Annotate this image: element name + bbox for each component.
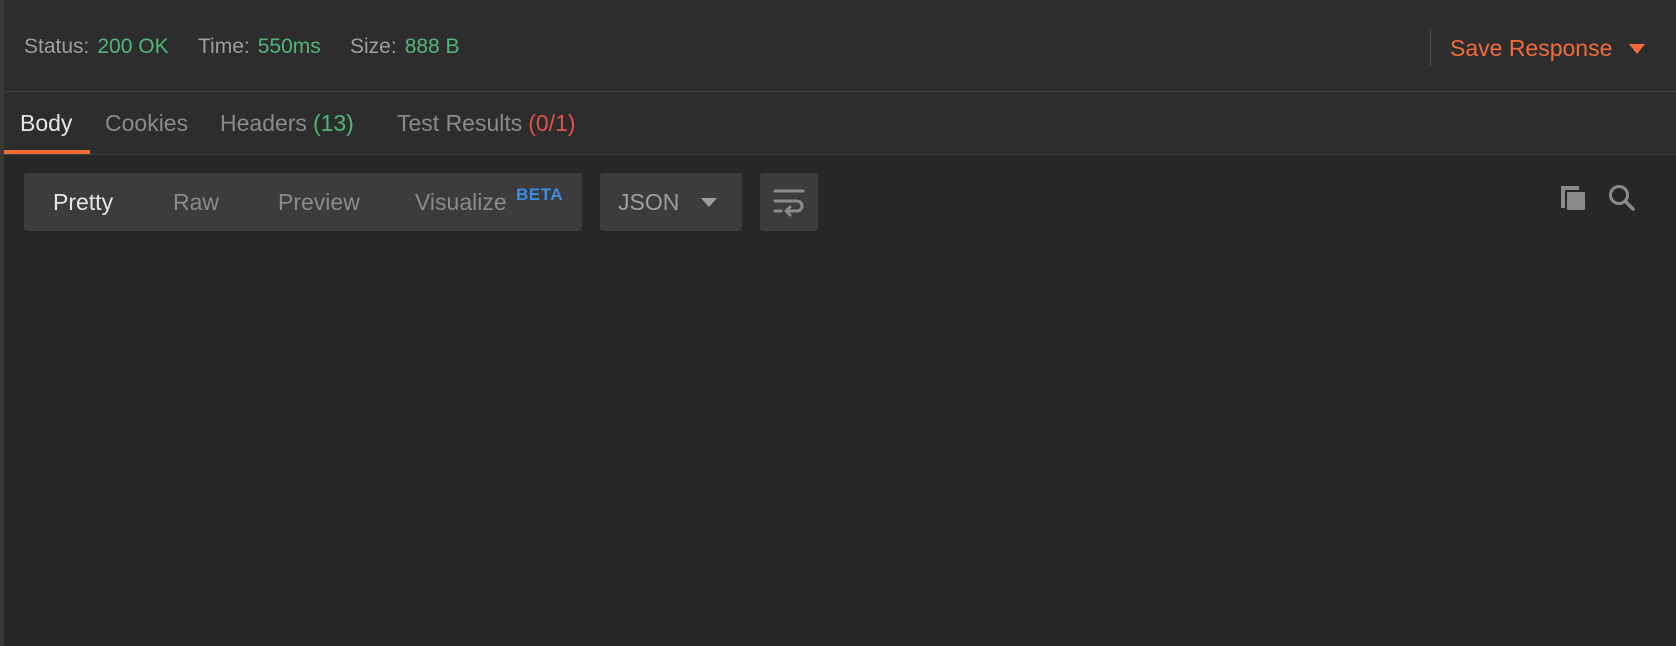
- tab-label: Test Results: [397, 109, 523, 136]
- format-select-value: JSON: [618, 188, 680, 215]
- save-response-button[interactable]: Save Response: [1450, 30, 1646, 66]
- tab-label: Cookies: [105, 109, 189, 136]
- tab-headers[interactable]: Headers (13): [220, 92, 354, 154]
- tab-label: Headers: [220, 109, 307, 136]
- caret-down-icon[interactable]: [1629, 44, 1646, 54]
- tab-test-results[interactable]: Test Results (0/1): [397, 92, 576, 154]
- view-visualize-button[interactable]: Visualize: [415, 173, 507, 231]
- view-preview-button[interactable]: Preview: [278, 173, 360, 231]
- response-panel: Status: 200 OK Time: 550ms Size: 888 B Save…: [0, 0, 1676, 646]
- status-indicator: Status: 200 OK: [24, 34, 169, 60]
- format-select[interactable]: JSON: [600, 173, 742, 231]
- view-raw-button[interactable]: Raw: [173, 173, 219, 231]
- search-icon[interactable]: [1607, 183, 1637, 213]
- time-indicator: Time: 550ms: [198, 34, 321, 60]
- save-response-label: Save Response: [1450, 34, 1613, 61]
- status-label: Status:: [24, 35, 90, 58]
- tab-label: Body: [20, 109, 73, 136]
- wrap-lines-icon: [773, 189, 805, 217]
- tab-count: (13): [312, 109, 354, 136]
- view-mode-group: Pretty Raw Preview Visualize BETA: [24, 173, 582, 231]
- beta-badge: BETA: [516, 185, 564, 204]
- response-tabs: Body Cookies Headers (13) Test Results (0/…: [4, 92, 1676, 155]
- size-label: Size:: [350, 35, 397, 58]
- size-value[interactable]: 888 B: [405, 35, 460, 58]
- tab-cookies[interactable]: Cookies: [105, 92, 188, 154]
- time-value[interactable]: 550ms: [258, 35, 321, 58]
- tab-body[interactable]: Body: [20, 92, 72, 154]
- response-body[interactable]: [4, 246, 1676, 646]
- view-pretty-button[interactable]: Pretty: [53, 173, 113, 231]
- response-status-bar: Status: 200 OK Time: 550ms Size: 888 B Save…: [4, 0, 1676, 92]
- active-tab-indicator: [4, 150, 90, 154]
- copy-icon[interactable]: [1558, 183, 1588, 213]
- wrap-lines-button[interactable]: [760, 173, 818, 231]
- status-value[interactable]: 200 OK: [97, 35, 168, 58]
- time-label: Time:: [198, 35, 250, 58]
- size-indicator: Size: 888 B: [350, 34, 460, 60]
- tab-count: (0/1): [528, 109, 576, 136]
- divider: [1430, 29, 1431, 66]
- chevron-down-icon: [701, 198, 717, 207]
